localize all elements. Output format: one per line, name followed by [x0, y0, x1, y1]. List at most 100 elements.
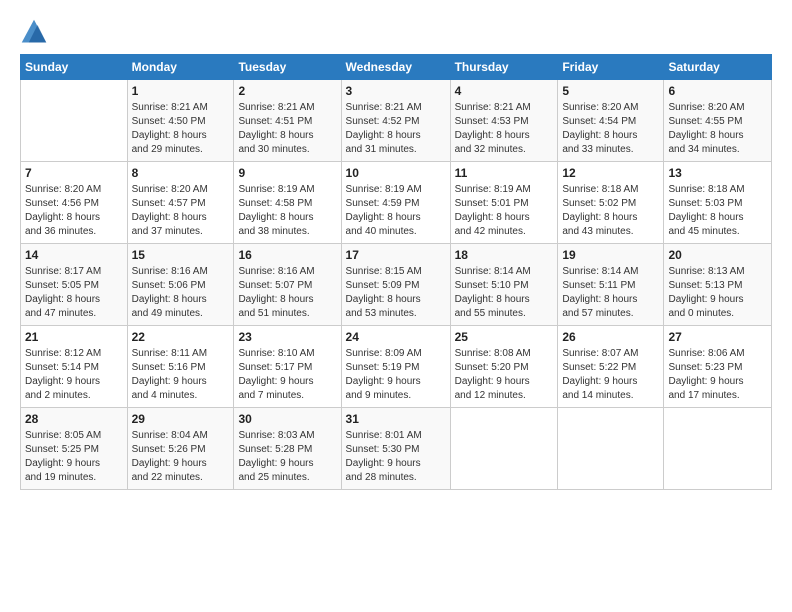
day-info: Sunrise: 8:20 AMSunset: 4:54 PMDaylight:… — [562, 101, 659, 157]
day-cell: 3Sunrise: 8:21 AMSunset: 4:52 PMDaylight… — [341, 80, 450, 162]
day-cell: 29Sunrise: 8:04 AMSunset: 5:26 PMDayligh… — [127, 408, 234, 490]
day-cell: 30Sunrise: 8:03 AMSunset: 5:28 PMDayligh… — [234, 408, 341, 490]
day-number: 17 — [346, 247, 446, 264]
day-number: 8 — [132, 165, 230, 182]
calendar-header: SundayMondayTuesdayWednesdayThursdayFrid… — [21, 55, 772, 80]
day-info: Sunrise: 8:16 AMSunset: 5:06 PMDaylight:… — [132, 265, 230, 321]
header — [20, 18, 772, 46]
day-number: 1 — [132, 83, 230, 100]
day-cell — [21, 80, 128, 162]
day-info: Sunrise: 8:14 AMSunset: 5:11 PMDaylight:… — [562, 265, 659, 321]
day-info: Sunrise: 8:04 AMSunset: 5:26 PMDaylight:… — [132, 429, 230, 485]
logo-icon — [20, 18, 48, 46]
day-number: 11 — [455, 165, 554, 182]
day-info: Sunrise: 8:21 AMSunset: 4:50 PMDaylight:… — [132, 101, 230, 157]
day-info: Sunrise: 8:18 AMSunset: 5:03 PMDaylight:… — [668, 183, 767, 239]
day-info: Sunrise: 8:20 AMSunset: 4:57 PMDaylight:… — [132, 183, 230, 239]
day-number: 28 — [25, 411, 123, 428]
day-cell: 12Sunrise: 8:18 AMSunset: 5:02 PMDayligh… — [558, 162, 664, 244]
day-number: 21 — [25, 329, 123, 346]
day-info: Sunrise: 8:10 AMSunset: 5:17 PMDaylight:… — [238, 347, 336, 403]
day-cell — [450, 408, 558, 490]
day-cell: 28Sunrise: 8:05 AMSunset: 5:25 PMDayligh… — [21, 408, 128, 490]
day-cell: 14Sunrise: 8:17 AMSunset: 5:05 PMDayligh… — [21, 244, 128, 326]
day-number: 30 — [238, 411, 336, 428]
day-cell: 1Sunrise: 8:21 AMSunset: 4:50 PMDaylight… — [127, 80, 234, 162]
header-cell-wednesday: Wednesday — [341, 55, 450, 80]
day-info: Sunrise: 8:05 AMSunset: 5:25 PMDaylight:… — [25, 429, 123, 485]
day-cell: 4Sunrise: 8:21 AMSunset: 4:53 PMDaylight… — [450, 80, 558, 162]
day-number: 19 — [562, 247, 659, 264]
calendar-body: 1Sunrise: 8:21 AMSunset: 4:50 PMDaylight… — [21, 80, 772, 490]
logo — [20, 18, 52, 46]
week-row-3: 14Sunrise: 8:17 AMSunset: 5:05 PMDayligh… — [21, 244, 772, 326]
day-info: Sunrise: 8:19 AMSunset: 4:59 PMDaylight:… — [346, 183, 446, 239]
day-number: 29 — [132, 411, 230, 428]
header-cell-sunday: Sunday — [21, 55, 128, 80]
day-info: Sunrise: 8:09 AMSunset: 5:19 PMDaylight:… — [346, 347, 446, 403]
day-cell: 24Sunrise: 8:09 AMSunset: 5:19 PMDayligh… — [341, 326, 450, 408]
day-info: Sunrise: 8:07 AMSunset: 5:22 PMDaylight:… — [562, 347, 659, 403]
day-number: 14 — [25, 247, 123, 264]
day-info: Sunrise: 8:13 AMSunset: 5:13 PMDaylight:… — [668, 265, 767, 321]
week-row-1: 1Sunrise: 8:21 AMSunset: 4:50 PMDaylight… — [21, 80, 772, 162]
day-cell: 15Sunrise: 8:16 AMSunset: 5:06 PMDayligh… — [127, 244, 234, 326]
day-cell — [664, 408, 772, 490]
day-info: Sunrise: 8:19 AMSunset: 5:01 PMDaylight:… — [455, 183, 554, 239]
day-cell: 25Sunrise: 8:08 AMSunset: 5:20 PMDayligh… — [450, 326, 558, 408]
day-cell: 18Sunrise: 8:14 AMSunset: 5:10 PMDayligh… — [450, 244, 558, 326]
day-number: 10 — [346, 165, 446, 182]
day-info: Sunrise: 8:19 AMSunset: 4:58 PMDaylight:… — [238, 183, 336, 239]
day-info: Sunrise: 8:03 AMSunset: 5:28 PMDaylight:… — [238, 429, 336, 485]
day-number: 7 — [25, 165, 123, 182]
day-info: Sunrise: 8:21 AMSunset: 4:51 PMDaylight:… — [238, 101, 336, 157]
day-number: 12 — [562, 165, 659, 182]
header-cell-thursday: Thursday — [450, 55, 558, 80]
day-info: Sunrise: 8:01 AMSunset: 5:30 PMDaylight:… — [346, 429, 446, 485]
day-cell: 11Sunrise: 8:19 AMSunset: 5:01 PMDayligh… — [450, 162, 558, 244]
header-cell-saturday: Saturday — [664, 55, 772, 80]
day-number: 4 — [455, 83, 554, 100]
day-number: 15 — [132, 247, 230, 264]
day-number: 9 — [238, 165, 336, 182]
day-info: Sunrise: 8:18 AMSunset: 5:02 PMDaylight:… — [562, 183, 659, 239]
day-number: 20 — [668, 247, 767, 264]
day-cell: 23Sunrise: 8:10 AMSunset: 5:17 PMDayligh… — [234, 326, 341, 408]
day-cell: 17Sunrise: 8:15 AMSunset: 5:09 PMDayligh… — [341, 244, 450, 326]
day-info: Sunrise: 8:21 AMSunset: 4:52 PMDaylight:… — [346, 101, 446, 157]
day-cell: 2Sunrise: 8:21 AMSunset: 4:51 PMDaylight… — [234, 80, 341, 162]
day-number: 5 — [562, 83, 659, 100]
day-number: 26 — [562, 329, 659, 346]
day-info: Sunrise: 8:15 AMSunset: 5:09 PMDaylight:… — [346, 265, 446, 321]
day-info: Sunrise: 8:20 AMSunset: 4:56 PMDaylight:… — [25, 183, 123, 239]
day-number: 6 — [668, 83, 767, 100]
day-cell: 27Sunrise: 8:06 AMSunset: 5:23 PMDayligh… — [664, 326, 772, 408]
day-info: Sunrise: 8:14 AMSunset: 5:10 PMDaylight:… — [455, 265, 554, 321]
day-cell: 9Sunrise: 8:19 AMSunset: 4:58 PMDaylight… — [234, 162, 341, 244]
day-cell: 13Sunrise: 8:18 AMSunset: 5:03 PMDayligh… — [664, 162, 772, 244]
day-number: 16 — [238, 247, 336, 264]
day-info: Sunrise: 8:16 AMSunset: 5:07 PMDaylight:… — [238, 265, 336, 321]
day-info: Sunrise: 8:20 AMSunset: 4:55 PMDaylight:… — [668, 101, 767, 157]
day-info: Sunrise: 8:08 AMSunset: 5:20 PMDaylight:… — [455, 347, 554, 403]
day-cell: 20Sunrise: 8:13 AMSunset: 5:13 PMDayligh… — [664, 244, 772, 326]
day-cell: 10Sunrise: 8:19 AMSunset: 4:59 PMDayligh… — [341, 162, 450, 244]
header-cell-monday: Monday — [127, 55, 234, 80]
day-cell: 22Sunrise: 8:11 AMSunset: 5:16 PMDayligh… — [127, 326, 234, 408]
day-cell: 6Sunrise: 8:20 AMSunset: 4:55 PMDaylight… — [664, 80, 772, 162]
day-info: Sunrise: 8:06 AMSunset: 5:23 PMDaylight:… — [668, 347, 767, 403]
day-info: Sunrise: 8:17 AMSunset: 5:05 PMDaylight:… — [25, 265, 123, 321]
calendar-table: SundayMondayTuesdayWednesdayThursdayFrid… — [20, 54, 772, 490]
day-cell: 19Sunrise: 8:14 AMSunset: 5:11 PMDayligh… — [558, 244, 664, 326]
day-cell: 26Sunrise: 8:07 AMSunset: 5:22 PMDayligh… — [558, 326, 664, 408]
day-info: Sunrise: 8:11 AMSunset: 5:16 PMDaylight:… — [132, 347, 230, 403]
day-cell: 5Sunrise: 8:20 AMSunset: 4:54 PMDaylight… — [558, 80, 664, 162]
day-number: 2 — [238, 83, 336, 100]
day-number: 13 — [668, 165, 767, 182]
day-cell: 16Sunrise: 8:16 AMSunset: 5:07 PMDayligh… — [234, 244, 341, 326]
day-number: 18 — [455, 247, 554, 264]
week-row-5: 28Sunrise: 8:05 AMSunset: 5:25 PMDayligh… — [21, 408, 772, 490]
week-row-2: 7Sunrise: 8:20 AMSunset: 4:56 PMDaylight… — [21, 162, 772, 244]
day-number: 31 — [346, 411, 446, 428]
week-row-4: 21Sunrise: 8:12 AMSunset: 5:14 PMDayligh… — [21, 326, 772, 408]
